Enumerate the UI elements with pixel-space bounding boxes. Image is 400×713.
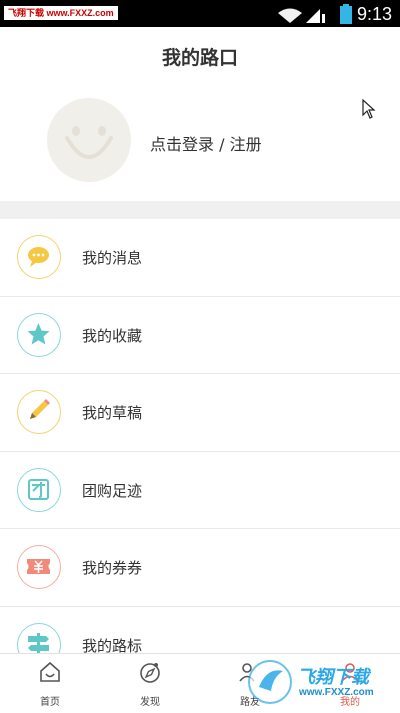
battery-icon bbox=[340, 4, 352, 24]
group-buy-icon bbox=[17, 467, 61, 512]
page-title: 我的路口 bbox=[161, 47, 238, 69]
smiley-face-icon bbox=[65, 126, 113, 159]
coupon-icon bbox=[17, 545, 61, 589]
menu-item-signposts[interactable]: 我的路标 bbox=[0, 607, 400, 654]
nav-tab-discover[interactable]: 发现 bbox=[100, 654, 200, 713]
menu-item-favorites[interactable]: 我的收藏 bbox=[0, 297, 400, 374]
status-time: 9:13 bbox=[356, 4, 392, 24]
menu-item-label: 我的收藏 bbox=[82, 326, 143, 345]
signpost-icon bbox=[17, 622, 61, 653]
menu-item-label: 我的券券 bbox=[82, 559, 143, 577]
menu-item-label: 我的消息 bbox=[82, 249, 143, 267]
watermark-url: www.FXXZ.com bbox=[299, 687, 374, 698]
pencil-icon bbox=[17, 390, 61, 434]
watermark-text: 飞翔下载 bbox=[297, 667, 369, 687]
profile-section[interactable]: 点击登录 / 注册 bbox=[0, 83, 400, 201]
menu-item-messages[interactable]: 我的消息 bbox=[0, 219, 400, 297]
menu-list: 我的消息 我的收藏 我的草稿 团购足迹 我的券券 我的路标 bbox=[0, 219, 400, 653]
nav-tab-home[interactable]: 首页 bbox=[0, 654, 100, 713]
menu-item-drafts[interactable]: 我的草稿 bbox=[0, 374, 400, 452]
menu-item-group-buy[interactable]: 团购足迹 bbox=[0, 452, 400, 529]
star-icon bbox=[17, 312, 61, 357]
watermark-emblem-icon bbox=[248, 660, 292, 704]
menu-item-label: 我的草稿 bbox=[82, 404, 143, 422]
menu-item-label: 我的路标 bbox=[82, 636, 143, 654]
status-bar: 飞翔下载 www.FXXZ.com 9:13 bbox=[0, 0, 400, 27]
home-icon bbox=[40, 661, 60, 682]
chat-bubble-icon bbox=[17, 235, 61, 279]
login-register-link[interactable]: 点击登录 / 注册 bbox=[150, 131, 262, 155]
nav-label: 发现 bbox=[140, 697, 160, 708]
avatar[interactable] bbox=[47, 98, 131, 182]
compass-icon bbox=[140, 663, 160, 683]
header: 我的路口 bbox=[0, 27, 400, 83]
mouse-cursor-icon bbox=[362, 99, 376, 119]
menu-item-coupons[interactable]: 我的券券 bbox=[0, 529, 400, 607]
signal-icons bbox=[278, 8, 325, 23]
menu-item-label: 团购足迹 bbox=[82, 481, 143, 500]
section-divider bbox=[0, 201, 400, 219]
nav-label: 首页 bbox=[40, 697, 60, 708]
watermark-badge: 飞翔下载 www.FXXZ.com bbox=[4, 6, 118, 20]
watermark-logo: 飞翔下载 www.FXXZ.com bbox=[247, 657, 397, 707]
